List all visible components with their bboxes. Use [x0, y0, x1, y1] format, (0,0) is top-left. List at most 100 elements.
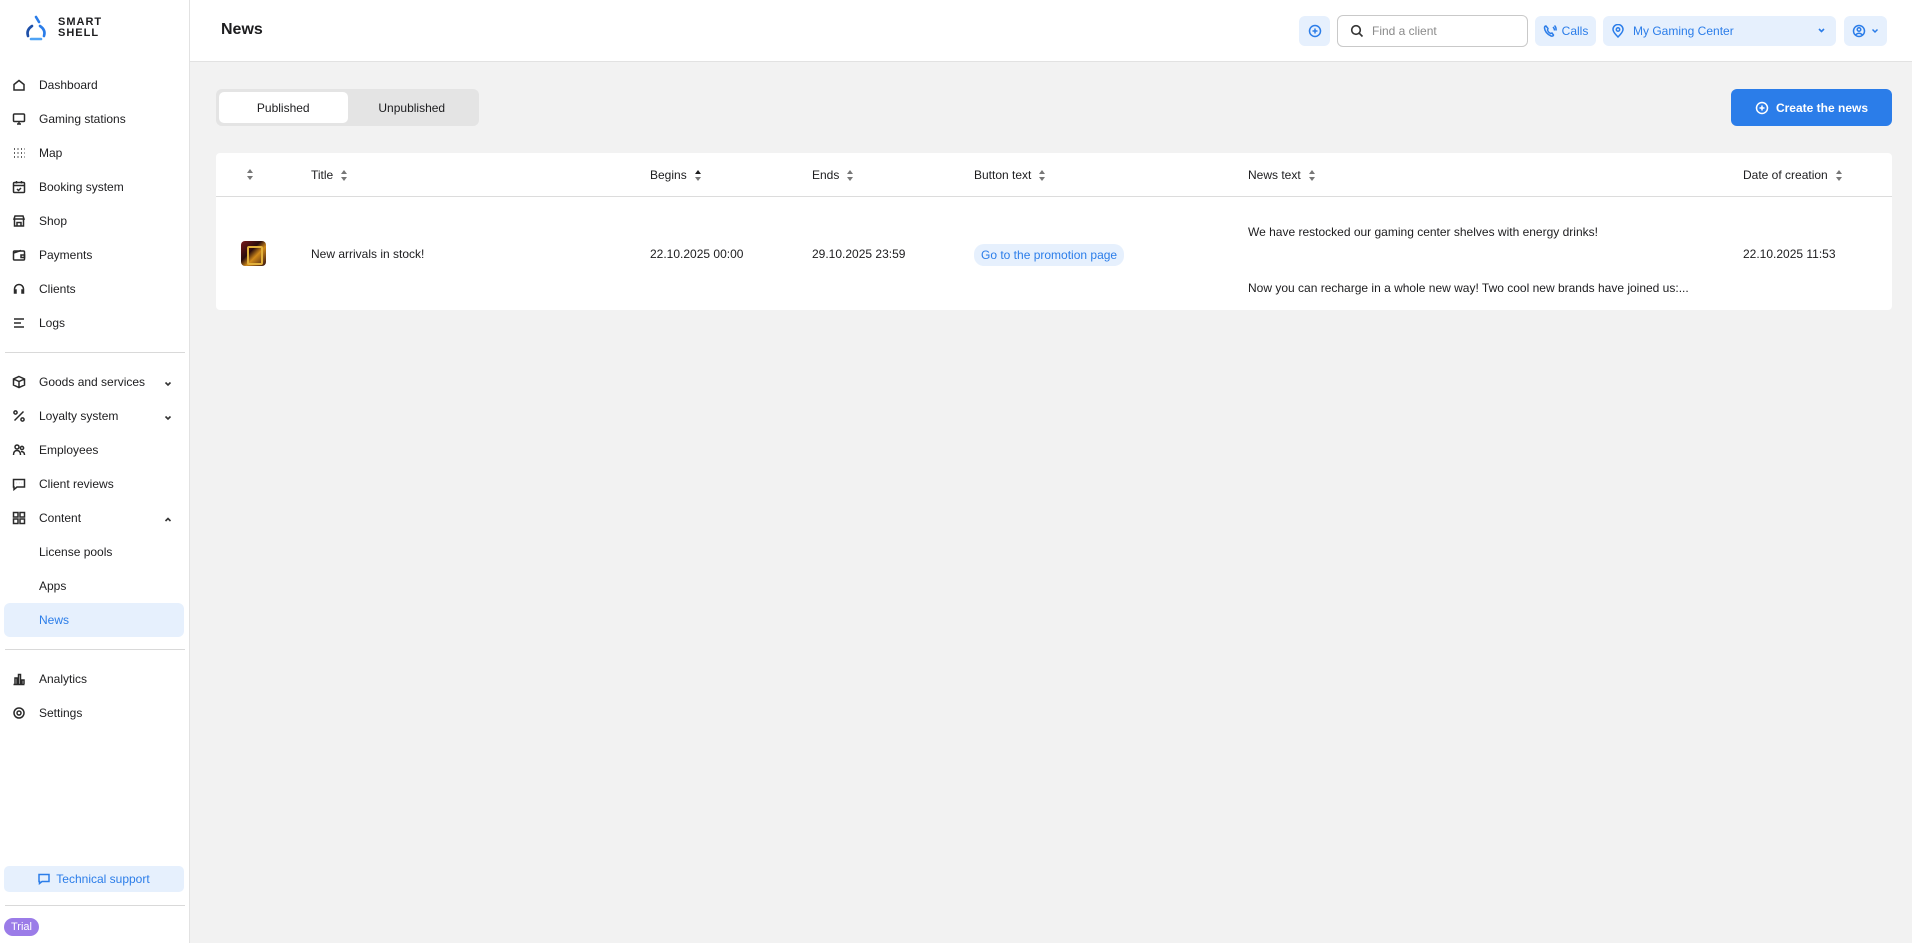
location-label: My Gaming Center: [1633, 24, 1734, 38]
top-header: News Calls My Gaming Center: [190, 0, 1912, 62]
sidebar-item-dashboard[interactable]: Dashboard: [0, 68, 190, 102]
sidebar-item-label: News: [39, 613, 70, 627]
sort-icon: [1039, 169, 1046, 181]
sidebar-item-client-reviews[interactable]: Client reviews: [0, 467, 190, 501]
message-icon: [38, 873, 51, 885]
column-header-date-of-creation[interactable]: Date of creation: [1743, 168, 1843, 182]
sidebar-item-label: Logs: [39, 316, 66, 330]
sort-icon: [847, 169, 854, 181]
user-icon: [1852, 24, 1866, 38]
wallet-icon: [12, 248, 26, 262]
client-search[interactable]: [1337, 15, 1528, 47]
tab-unpublished[interactable]: Unpublished: [348, 92, 477, 123]
chevron-down-icon: [164, 377, 172, 387]
search-icon: [1350, 24, 1364, 38]
store-icon: [12, 214, 26, 228]
sidebar-item-label: Payments: [39, 248, 93, 262]
sort-icon: [1308, 169, 1315, 181]
news-text-line1: We have restocked our gaming center shel…: [1248, 225, 1598, 239]
calls-button[interactable]: Calls: [1535, 16, 1596, 46]
support-label: Technical support: [56, 872, 150, 886]
monitor-icon: [12, 112, 26, 126]
sidebar-item-label: Client reviews: [39, 477, 114, 491]
sidebar-item-payments[interactable]: Payments: [0, 238, 190, 272]
people-icon: [12, 443, 26, 457]
chevron-down-icon: [1818, 28, 1825, 33]
column-header-begins[interactable]: Begins: [650, 168, 702, 182]
sidebar-item-settings[interactable]: Settings: [0, 696, 190, 730]
chevron-up-icon: [164, 513, 172, 522]
sidebar-item-label: Goods and services: [39, 375, 146, 389]
news-text-line2: Now you can recharge in a whole new way!…: [1248, 281, 1689, 295]
sidebar-divider: [5, 352, 185, 353]
calls-label: Calls: [1561, 24, 1589, 38]
page-title: News: [221, 21, 263, 38]
create-news-button[interactable]: Create the news: [1731, 89, 1892, 126]
sidebar-item-label: Apps: [39, 579, 67, 593]
column-header-news-text[interactable]: News text: [1248, 168, 1316, 182]
news-title: New arrivals in stock!: [311, 247, 425, 261]
technical-support-button[interactable]: Technical support: [4, 866, 184, 892]
sort-icon: [1835, 169, 1842, 181]
sidebar-item-loyalty-system[interactable]: Loyalty system: [0, 399, 190, 433]
tab-published[interactable]: Published: [219, 92, 348, 123]
sidebar-item-content[interactable]: Content: [0, 501, 190, 535]
sidebar-item-apps[interactable]: Apps: [0, 569, 190, 603]
sidebar-item-label: Dashboard: [39, 78, 98, 92]
sidebar-item-label: Loyalty system: [39, 409, 119, 423]
sidebar-item-label: Clients: [39, 282, 76, 296]
column-header-ends[interactable]: Ends: [812, 168, 854, 182]
sidebar-item-label: Gaming stations: [39, 112, 126, 126]
list-icon: [12, 316, 26, 330]
brand-logo[interactable]: SMART SHELL: [22, 14, 102, 42]
column-header-button-text[interactable]: Button text: [974, 168, 1046, 182]
news-ends: 29.10.2025 23:59: [812, 247, 906, 261]
sidebar-item-license-pools[interactable]: License pools: [0, 535, 190, 569]
plus-circle-icon: [1755, 101, 1769, 114]
home-icon: [12, 78, 26, 92]
sidebar-item-shop[interactable]: Shop: [0, 204, 190, 238]
plus-circle-icon: [1308, 24, 1321, 38]
sidebar-item-gaming-stations[interactable]: Gaming stations: [0, 102, 190, 136]
chat-icon: [12, 477, 26, 491]
sidebar-item-goods-and-services[interactable]: Goods and services: [0, 365, 190, 399]
sidebar-item-label: Map: [39, 146, 63, 160]
news-button-text-badge: Go to the promotion page: [974, 244, 1125, 266]
sidebar-item-analytics[interactable]: Analytics: [0, 662, 190, 696]
create-news-label: Create the news: [1775, 100, 1869, 115]
location-pin-icon: [1612, 24, 1624, 38]
sidebar-item-map[interactable]: Map: [0, 136, 190, 170]
brand-line2: SHELL: [58, 27, 100, 39]
sidebar-item-label: License pools: [39, 545, 113, 559]
sidebar-item-news[interactable]: News: [4, 603, 184, 637]
map-grid-icon: [12, 146, 26, 160]
calendar-icon: [12, 180, 26, 194]
news-begins: 22.10.2025 00:00: [650, 247, 744, 261]
sidebar-item-logs[interactable]: Logs: [0, 306, 190, 340]
sidebar-item-employees[interactable]: Employees: [0, 433, 190, 467]
sort-ascending-icon: [694, 169, 701, 181]
profile-menu-button[interactable]: [1844, 16, 1887, 46]
sidebar-divider: [5, 905, 185, 906]
sort-icon: [247, 169, 253, 180]
column-header-title[interactable]: Title: [311, 168, 348, 182]
trial-badge[interactable]: Trial: [4, 918, 39, 936]
table-header: Title Begins Ends Button text News text …: [216, 153, 1892, 197]
news-table: Title Begins Ends Button text News text …: [216, 153, 1892, 310]
percent-icon: [12, 409, 26, 423]
sidebar-item-label: Settings: [39, 706, 83, 720]
column-header-image[interactable]: [246, 168, 254, 181]
headset-icon: [12, 282, 26, 296]
sidebar-item-booking-system[interactable]: Booking system: [0, 170, 190, 204]
bar-chart-icon: [12, 672, 26, 686]
search-input[interactable]: [1372, 24, 1522, 38]
location-selector[interactable]: My Gaming Center: [1603, 16, 1836, 46]
sidebar-divider: [5, 649, 185, 650]
quick-add-button[interactable]: [1299, 16, 1330, 46]
publish-status-tabs: Published Unpublished: [216, 89, 479, 126]
sidebar-item-label: Booking system: [39, 180, 124, 194]
grid-icon: [12, 511, 26, 525]
smart-shell-logo-icon: [26, 15, 46, 41]
chevron-down-icon: [164, 411, 172, 421]
sidebar-item-clients[interactable]: Clients: [0, 272, 190, 306]
